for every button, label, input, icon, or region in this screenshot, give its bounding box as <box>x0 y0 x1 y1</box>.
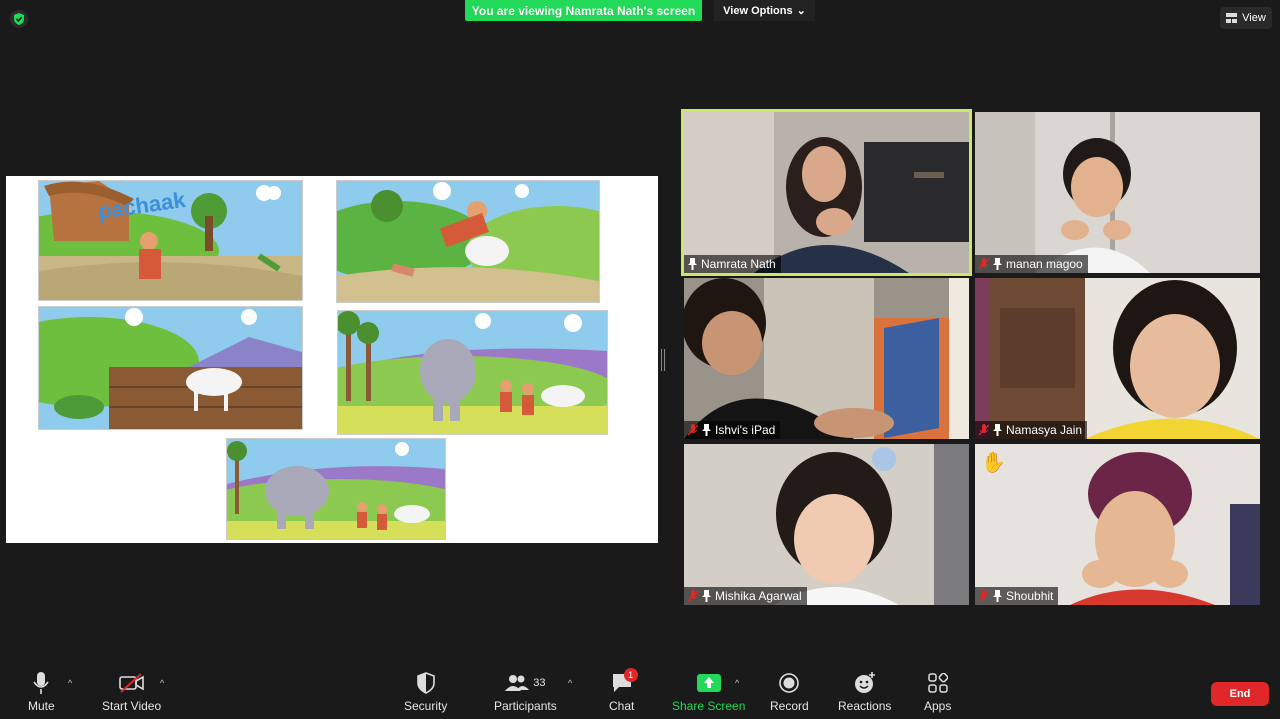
participant-name: manan magoo <box>1006 257 1083 271</box>
video-off-icon <box>118 673 144 693</box>
video-tile[interactable]: Namrata Nath <box>681 109 972 276</box>
video-tile[interactable]: Mishika Agarwal <box>684 444 969 605</box>
pin-icon <box>993 424 1002 436</box>
microphone-icon <box>33 672 49 694</box>
record-icon <box>779 673 800 693</box>
participants-icon <box>505 675 530 691</box>
share-screen-icon <box>696 674 721 692</box>
participant-video <box>684 112 969 273</box>
participant-name-label: Mishika Agarwal <box>684 587 807 605</box>
participant-name: Namrata Nath <box>701 257 776 271</box>
pin-icon <box>993 258 1002 270</box>
participants-button[interactable]: 33 Participants <box>494 670 557 713</box>
microphone-muted-icon <box>979 258 989 270</box>
chevron-down-icon: ⌄ <box>796 5 806 17</box>
grid-view-icon <box>1226 13 1238 23</box>
participants-label: Participants <box>494 699 557 713</box>
chat-label: Chat <box>609 699 635 713</box>
record-label: Record <box>770 699 809 713</box>
security-button[interactable]: Security <box>404 670 447 713</box>
share-screen-label: Share Screen <box>672 699 746 713</box>
video-tile[interactable]: Ishvi's iPad <box>684 278 969 439</box>
view-options-label: View Options <box>723 4 793 17</box>
participant-name-label: Namasya Jain <box>975 421 1088 439</box>
participants-count: 33 <box>533 677 546 689</box>
pin-icon <box>993 590 1002 602</box>
video-tile[interactable]: manan magoo <box>975 112 1260 273</box>
record-button[interactable]: Record <box>770 670 809 713</box>
video-tile[interactable]: ✋ Shoubhit <box>975 444 1260 605</box>
participants-options-chevron-up-icon[interactable]: ^ <box>568 678 572 688</box>
pin-icon <box>702 424 711 436</box>
participant-name: Shoubhit <box>1006 589 1054 603</box>
participant-video <box>975 444 1260 605</box>
panel-resize-handle[interactable] <box>661 349 665 371</box>
pin-icon <box>688 258 697 270</box>
mute-label: Mute <box>28 699 55 713</box>
start-video-button[interactable]: Start Video <box>102 670 161 713</box>
mute-button[interactable]: Mute <box>28 670 55 713</box>
start-video-label: Start Video <box>102 699 162 713</box>
meeting-toolbar: Mute ^ Start Video ^ Security 33 Partici… <box>0 664 1280 719</box>
pin-icon <box>702 590 711 602</box>
reactions-button[interactable]: Reactions <box>838 670 891 713</box>
video-tile[interactable]: Namasya Jain <box>975 278 1260 439</box>
viewing-screen-banner: You are viewing Namrata Nath's screen <box>465 0 702 21</box>
end-meeting-button[interactable]: End <box>1211 682 1269 706</box>
story-panel-3 <box>38 306 303 430</box>
microphone-muted-icon <box>979 424 989 436</box>
view-button-label: View <box>1242 12 1266 24</box>
share-screen-button[interactable]: Share Screen <box>672 670 745 713</box>
chat-unread-badge: 1 <box>623 668 638 682</box>
security-shield-icon[interactable] <box>10 10 28 28</box>
participant-name: Ishvi's iPad <box>715 423 776 437</box>
story-panel-2 <box>336 180 600 303</box>
participant-video <box>975 278 1260 439</box>
participant-video <box>975 112 1260 273</box>
participant-name: Namasya Jain <box>1006 423 1083 437</box>
share-options-chevron-up-icon[interactable]: ^ <box>735 678 739 688</box>
participant-video <box>684 278 969 439</box>
shield-icon <box>416 672 435 694</box>
video-options-chevron-up-icon[interactable]: ^ <box>160 678 164 688</box>
raised-hand-icon: ✋ <box>981 452 1006 474</box>
audio-options-chevron-up-icon[interactable]: ^ <box>68 678 72 688</box>
apps-button[interactable]: Apps <box>924 670 951 713</box>
view-button[interactable]: View <box>1220 7 1272 29</box>
reactions-label: Reactions <box>838 699 892 713</box>
story-panel-1: pachaak <box>38 180 303 301</box>
security-label: Security <box>404 699 448 713</box>
microphone-muted-icon <box>688 590 698 602</box>
chat-button[interactable]: 1 Chat <box>609 668 638 713</box>
participant-name-label: manan magoo <box>975 255 1088 273</box>
participant-name: Mishika Agarwal <box>715 589 802 603</box>
apps-label: Apps <box>924 699 952 713</box>
participant-name-label: Ishvi's iPad <box>684 421 781 439</box>
microphone-muted-icon <box>688 424 698 436</box>
story-panel-5 <box>226 438 446 540</box>
microphone-muted-icon <box>979 590 989 602</box>
participant-name-label: Shoubhit <box>975 587 1059 605</box>
participant-name-label: Namrata Nath <box>684 255 781 273</box>
participant-video <box>684 444 969 605</box>
story-panel-4 <box>337 310 608 435</box>
view-options-dropdown[interactable]: View Options ⌄ <box>714 0 815 21</box>
smiley-plus-icon <box>854 672 875 693</box>
apps-icon <box>927 673 948 693</box>
shared-screen-content: pachaak <box>6 176 658 543</box>
